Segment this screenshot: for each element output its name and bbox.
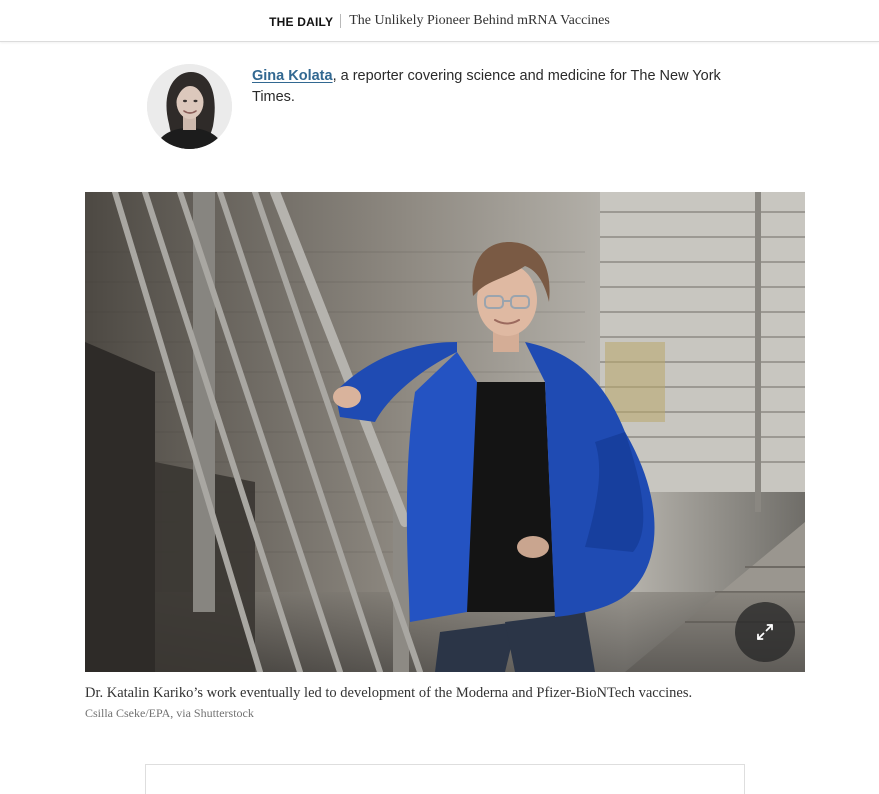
photo-illustration xyxy=(85,192,805,672)
avatar-portrait xyxy=(147,64,232,149)
photo-caption: Dr. Katalin Kariko’s work eventually led… xyxy=(85,685,693,701)
header-divider xyxy=(340,13,342,28)
top-bar: THE DAILY The Unlikely Pioneer Behind mR… xyxy=(0,0,879,42)
author-avatar[interactable] xyxy=(147,64,232,149)
expand-photo-button[interactable] xyxy=(735,602,795,662)
author-link[interactable]: Gina Kolata xyxy=(252,68,333,84)
article-photo xyxy=(85,192,805,672)
photo-credit: Csilla Cseke/EPA, via Shutterstock xyxy=(85,706,254,720)
header-headline: The Unlikely Pioneer Behind mRNA Vaccine… xyxy=(349,12,610,28)
byline: Gina Kolata, a reporter covering science… xyxy=(147,64,747,154)
expand-arrows-icon xyxy=(757,624,773,640)
next-module-box xyxy=(145,764,745,794)
author-bio: Gina Kolata, a reporter covering science… xyxy=(252,66,742,108)
section-label[interactable]: THE DAILY xyxy=(269,15,333,29)
